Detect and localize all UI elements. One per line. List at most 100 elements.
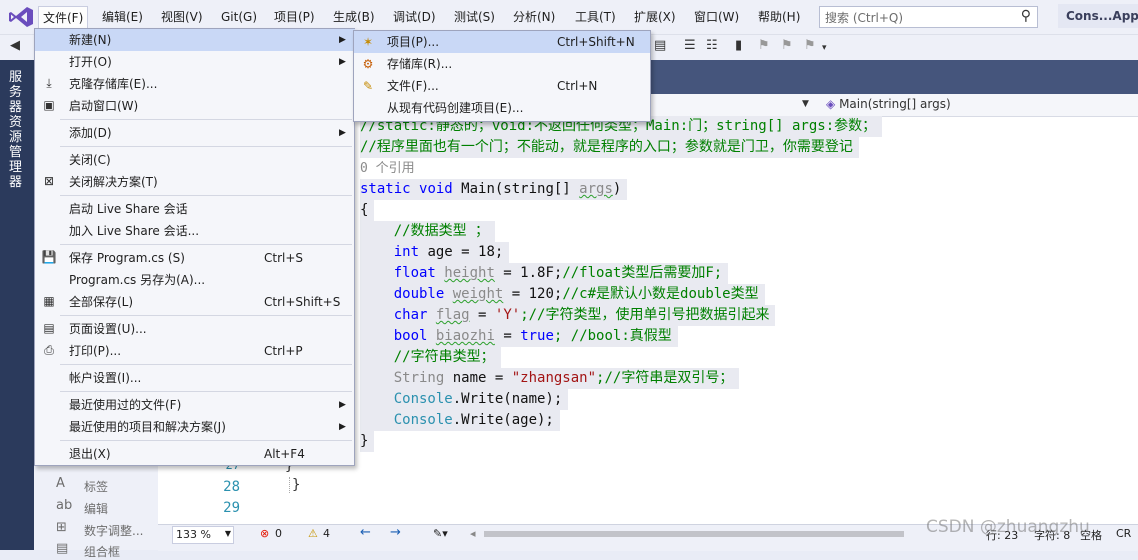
file-menu-clone[interactable]: 克隆存储库(E)... <box>35 73 355 95</box>
menu-test[interactable]: 测试(S) <box>450 8 499 26</box>
warning-count: 4 <box>323 527 330 540</box>
menu-project[interactable]: 项目(P) <box>270 8 319 26</box>
nav-dropdown-icon[interactable]: ▼ <box>802 99 809 109</box>
new-from-existing-item[interactable]: 从现有代码创建项目(E)... <box>354 97 650 119</box>
next-bookmark-icon[interactable]: ⚑ <box>781 38 793 53</box>
file-menu-save-as[interactable]: Program.cs 另存为(A)... <box>35 269 355 291</box>
code-line: int age = 18; <box>360 242 510 263</box>
code-area[interactable]: //static:静态的；void:不返回任何类型；Main:门；string[… <box>352 116 1138 524</box>
code-comment: //字符串类型； <box>360 349 495 365</box>
menu-window[interactable]: 窗口(W) <box>690 8 743 26</box>
line-ending-indicator[interactable]: CR <box>1116 527 1131 540</box>
menu-analyze[interactable]: 分析(N) <box>509 8 559 26</box>
toolbox-item-label[interactable]: 标签 <box>84 478 108 495</box>
visual-studio-logo-icon[interactable] <box>8 6 34 28</box>
menu-extensions[interactable]: 扩展(X) <box>630 8 680 26</box>
error-icon[interactable]: ⊗ <box>260 527 269 540</box>
type-name: Console <box>360 412 453 428</box>
new-repository-item[interactable]: 存储库(R)... <box>354 53 650 75</box>
bookmark-icon[interactable]: ▮ <box>735 38 742 53</box>
new-file-item[interactable]: 文件(F)... Ctrl+N <box>354 75 650 97</box>
file-menu-start-window[interactable]: 启动窗口(W) <box>35 95 355 117</box>
file-menu-live-share-join[interactable]: 加入 Live Share 会话... <box>35 220 355 242</box>
numeric-updown-icon: ⊞ <box>56 520 67 535</box>
format-icon[interactable]: ▤ <box>654 38 666 53</box>
file-menu-exit[interactable]: 退出(X) Alt+F4 <box>35 443 355 465</box>
file-menu-close[interactable]: 关闭(C) <box>35 149 355 171</box>
toolbox-item-numeric[interactable]: 数字调整... <box>84 522 143 539</box>
file-menu-close-solution[interactable]: 关闭解决方案(T) <box>35 171 355 193</box>
method-icon: ◈ <box>826 97 836 111</box>
back-icon[interactable]: ◀ <box>10 38 20 53</box>
menu-file[interactable]: 文件(F) <box>38 6 89 29</box>
zoom-value: 133 % <box>176 528 211 541</box>
chevron-down-icon: ▼ <box>224 529 231 538</box>
menu-item-label: 关闭解决方案(T) <box>69 175 158 189</box>
prev-bookmark-icon[interactable]: ⚑ <box>758 38 770 53</box>
code-text: = <box>469 307 495 323</box>
brush-icon[interactable]: ✎▾ <box>433 527 448 540</box>
menu-separator <box>60 195 352 196</box>
menu-edit[interactable]: 编辑(E) <box>98 8 147 26</box>
code-line: String name = "zhangsan";//字符串是双引号； <box>360 368 740 389</box>
menu-build[interactable]: 生成(B) <box>329 8 379 26</box>
solution-name[interactable]: Cons...App1 <box>1058 4 1138 28</box>
code-text: .Write(age); <box>452 412 554 428</box>
menu-item-label: 从现有代码创建项目(E)... <box>387 101 524 115</box>
menu-separator <box>60 364 352 365</box>
file-menu-add[interactable]: 添加(D) ▶ <box>35 122 355 144</box>
menu-item-label: 存储库(R)... <box>387 57 453 71</box>
menu-view[interactable]: 视图(V) <box>157 8 207 26</box>
toolbar-overflow-icon[interactable]: ▾ <box>822 43 827 53</box>
menu-item-label: 启动 Live Share 会话 <box>69 202 188 216</box>
warning-icon[interactable]: ⚠ <box>308 527 318 540</box>
code-line: //程序里面也有一个门；不能动，就是程序的入口；参数就是门卫，你需要登记 <box>360 137 859 158</box>
type-name: Console <box>360 391 453 407</box>
nav-method-label: Main(string[] args) <box>839 97 951 111</box>
nav-back-icon[interactable]: ← <box>360 525 371 540</box>
reference-count[interactable]: 0 个引用 <box>360 158 421 179</box>
file-menu-account[interactable]: 帐户设置(I)... <box>35 367 355 389</box>
file-menu-recent-files[interactable]: 最近使用过的文件(F) ▶ <box>35 394 355 416</box>
new-project-icon: ✶ <box>362 35 374 49</box>
horizontal-scrollbar[interactable] <box>484 531 904 537</box>
file-menu-recent-projects[interactable]: 最近使用的项目和解决方案(J) ▶ <box>35 416 355 438</box>
variable: biaozhi <box>435 328 495 344</box>
menu-git[interactable]: Git(G) <box>217 8 261 26</box>
toolbox-item-edit[interactable]: 编辑 <box>84 500 108 517</box>
uncomment-icon[interactable]: ☷ <box>706 38 718 53</box>
code-text: name = <box>444 370 512 386</box>
file-menu-print[interactable]: 打印(P)... Ctrl+P <box>35 340 355 362</box>
menu-item-label: 克隆存储库(E)... <box>69 77 158 91</box>
menu-item-label: Program.cs 另存为(A)... <box>69 273 206 287</box>
clear-bookmarks-icon[interactable]: ⚑ <box>804 38 816 53</box>
code-line: static void Main(string[] args) <box>360 179 628 200</box>
file-menu-save-all[interactable]: 全部保存(L) Ctrl+Shift+S <box>35 291 355 313</box>
file-menu-live-share-start[interactable]: 启动 Live Share 会话 <box>35 198 355 220</box>
nav-forward-icon[interactable]: → <box>390 525 401 540</box>
submenu-arrow-icon: ▶ <box>339 422 346 432</box>
menu-item-label: 加入 Live Share 会话... <box>69 224 200 238</box>
file-menu-page-setup[interactable]: 页面设置(U)... <box>35 318 355 340</box>
menu-item-label: 保存 Program.cs (S) <box>69 251 185 265</box>
file-menu-save[interactable]: 保存 Program.cs (S) Ctrl+S <box>35 247 355 269</box>
toolbox-item-combobox[interactable]: 组合框 <box>84 543 120 560</box>
submenu-arrow-icon: ▶ <box>339 57 346 67</box>
nav-member-dropdown[interactable]: ◈ Main(string[] args) <box>826 97 951 111</box>
search-box[interactable]: 搜索 (Ctrl+Q) ⚲ <box>819 6 1038 28</box>
side-tab-server-explorer[interactable]: 服务器资源管理器 <box>0 60 34 550</box>
keyword: int <box>360 244 420 260</box>
zoom-dropdown[interactable]: 133 % ▼ <box>172 526 234 544</box>
file-menu-open[interactable]: 打开(O) ▶ <box>35 51 355 73</box>
textbox-tool-icon: ab <box>56 498 73 513</box>
menu-help[interactable]: 帮助(H) <box>754 8 804 26</box>
code-line: float height = 1.8F;//float类型后需要加F; <box>360 263 729 284</box>
new-project-item[interactable]: 项目(P)... Ctrl+Shift+N <box>354 31 650 53</box>
menu-debug[interactable]: 调试(D) <box>389 8 440 26</box>
file-menu-new[interactable]: 新建(N) ▶ <box>35 29 355 51</box>
menu-tools[interactable]: 工具(T) <box>571 8 620 26</box>
menu-item-label: 新建(N) <box>69 33 112 47</box>
comment-icon[interactable]: ☰ <box>684 38 696 53</box>
code-comment: //float类型后需要加F; <box>562 265 723 281</box>
scroll-left-icon[interactable]: ◂ <box>470 527 476 540</box>
